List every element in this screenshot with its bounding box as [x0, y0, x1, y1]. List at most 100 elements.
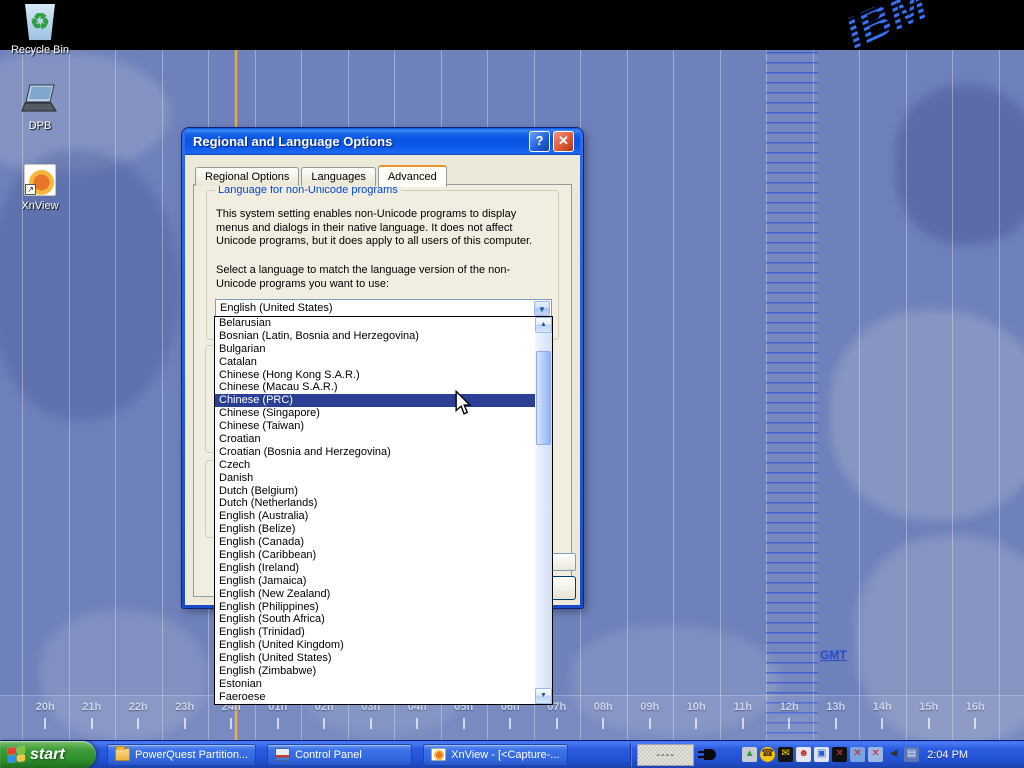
tick-mark	[416, 718, 418, 729]
hour-label: 09h	[627, 701, 674, 729]
system-tray: ▲ ☎ ✉ ☻ ▣ ✕ ✕ ✕ ◀ ▤	[742, 747, 919, 762]
tick-mark	[91, 718, 93, 729]
dialer-icon[interactable]: ☎	[760, 747, 775, 762]
help-button[interactable]: ?	[529, 131, 550, 152]
language-option[interactable]: English (Ireland)	[215, 562, 535, 575]
language-option[interactable]: English (United States)	[215, 652, 535, 665]
status-users-icon[interactable]: ☻	[796, 747, 811, 762]
tick-mark	[230, 718, 232, 729]
tick-mark	[835, 718, 837, 729]
language-option[interactable]: Chinese (Hong Kong S.A.R.)	[215, 369, 535, 382]
language-option[interactable]: English (United Kingdom)	[215, 639, 535, 652]
language-option[interactable]: Chinese (Macau S.A.R.)	[215, 381, 535, 394]
modem-disconnected-icon[interactable]: ✕	[868, 747, 883, 762]
timezone-line	[906, 50, 907, 740]
tab[interactable]: Advanced	[378, 165, 447, 187]
language-option[interactable]: Estonian	[215, 678, 535, 691]
language-option[interactable]: Bosnian (Latin, Bosnia and Herzegovina)	[215, 330, 535, 343]
hour-label: 21h	[69, 701, 116, 729]
tab-strip: Regional Options Languages Advanced	[195, 164, 449, 186]
hour-label: 07h	[534, 701, 581, 729]
tick-mark	[556, 718, 558, 729]
language-option[interactable]: Catalan	[215, 356, 535, 369]
recycle-icon: ♻	[23, 4, 57, 40]
map-landmass	[895, 85, 1024, 245]
language-option[interactable]: English (Trinidad)	[215, 626, 535, 639]
language-option[interactable]: English (Zimbabwe)	[215, 665, 535, 678]
hour-label: 04h	[394, 701, 441, 729]
language-option[interactable]: Czech	[215, 459, 535, 472]
language-option[interactable]: English (South Africa)	[215, 613, 535, 626]
tick-mark	[788, 718, 790, 729]
language-option[interactable]: English (Belize)	[215, 523, 535, 536]
language-option[interactable]: English (Jamaica)	[215, 575, 535, 588]
control-panel-icon	[275, 748, 290, 761]
language-option[interactable]: English (Canada)	[215, 536, 535, 549]
scroll-down-icon[interactable]: ▼	[535, 688, 552, 704]
chevron-down-icon[interactable]: ▼	[534, 301, 550, 316]
tick-mark	[928, 718, 930, 729]
no-network-icon[interactable]: ✕	[832, 747, 847, 762]
timezone-line	[162, 50, 163, 740]
language-option[interactable]: Chinese (Taiwan)	[215, 420, 535, 433]
network-disconnected-icon[interactable]: ✕	[850, 747, 865, 762]
power-plug-icon[interactable]	[704, 749, 716, 760]
toolbar-separator	[630, 743, 631, 767]
language-option[interactable]: Bulgarian	[215, 343, 535, 356]
gmt-meridian-band	[766, 52, 818, 740]
timezone-line	[69, 50, 70, 740]
list-scrollbar[interactable]: ▲ ▼	[535, 317, 552, 704]
language-option[interactable]: Belarusian	[215, 317, 535, 330]
language-option[interactable]: Chinese (Singapore)	[215, 407, 535, 420]
tab[interactable]: Regional Options	[195, 167, 299, 186]
volume-icon[interactable]: ◀	[886, 747, 901, 762]
window-button-label: Control Panel	[295, 749, 362, 761]
language-option[interactable]: Croatian	[215, 433, 535, 446]
tick-mark	[881, 718, 883, 729]
tick-mark	[463, 718, 465, 729]
scroll-up-icon[interactable]: ▲	[535, 317, 552, 333]
language-option[interactable]: Faeroese	[215, 691, 535, 704]
display-icon[interactable]: ▤	[904, 747, 919, 762]
start-button[interactable]: start	[0, 741, 96, 768]
network-places-icon[interactable]: ▣	[814, 747, 829, 762]
dpb-icon[interactable]: DPB	[2, 84, 78, 132]
tab[interactable]: Languages	[301, 167, 375, 186]
dialog-titlebar[interactable]: Regional and Language Options ? ✕	[185, 128, 580, 155]
deskband[interactable]: ----	[637, 744, 694, 766]
timezone-line	[673, 50, 674, 740]
language-option[interactable]: English (New Zealand)	[215, 588, 535, 601]
taskbar-window-button[interactable]: XnView - [<Capture-...	[423, 744, 568, 766]
language-option[interactable]: Croatian (Bosnia and Herzegovina)	[215, 446, 535, 459]
tick-mark	[649, 718, 651, 729]
xnview-icon[interactable]: ↗ XnView	[2, 164, 78, 212]
language-option[interactable]: English (Australia)	[215, 510, 535, 523]
hour-label: 24h	[208, 701, 255, 729]
language-option[interactable]: English (Caribbean)	[215, 549, 535, 562]
language-dropdown-list: Belarusian Bosnian (Latin, Bosnia and He…	[214, 316, 553, 705]
xnview-app-icon: ↗	[24, 164, 56, 196]
taskbar-window-button[interactable]: Control Panel	[267, 744, 412, 766]
taskbar: start PowerQuest Partition... Control Pa…	[0, 740, 1024, 768]
hour-label: 06h	[487, 701, 534, 729]
instruction-text: Select a language to match the language …	[216, 264, 550, 291]
language-option[interactable]: English (Philippines)	[215, 601, 535, 614]
mail-alert-icon[interactable]: ✉	[778, 747, 793, 762]
scrollbar-thumb[interactable]	[536, 351, 551, 445]
hour-label: 05h	[441, 701, 488, 729]
taskbar-clock[interactable]: 2:04 PM	[927, 749, 968, 761]
hour-label: 11h	[720, 701, 767, 729]
mouse-cursor	[454, 390, 472, 416]
language-option[interactable]: Danish	[215, 472, 535, 485]
safely-remove-icon[interactable]: ▲	[742, 747, 757, 762]
timezone-line	[952, 50, 953, 740]
language-option[interactable]: Dutch (Belgium)	[215, 485, 535, 498]
timezone-line	[859, 50, 860, 740]
language-option[interactable]: Dutch (Netherlands)	[215, 497, 535, 510]
taskbar-window-button[interactable]: PowerQuest Partition...	[107, 744, 256, 766]
tick-mark	[695, 718, 697, 729]
recycle-bin-icon[interactable]: ♻ Recycle Bin	[2, 4, 78, 56]
language-options: Belarusian Bosnian (Latin, Bosnia and He…	[215, 317, 535, 704]
language-option[interactable]: Chinese (PRC)	[215, 394, 535, 407]
close-button[interactable]: ✕	[553, 131, 574, 152]
